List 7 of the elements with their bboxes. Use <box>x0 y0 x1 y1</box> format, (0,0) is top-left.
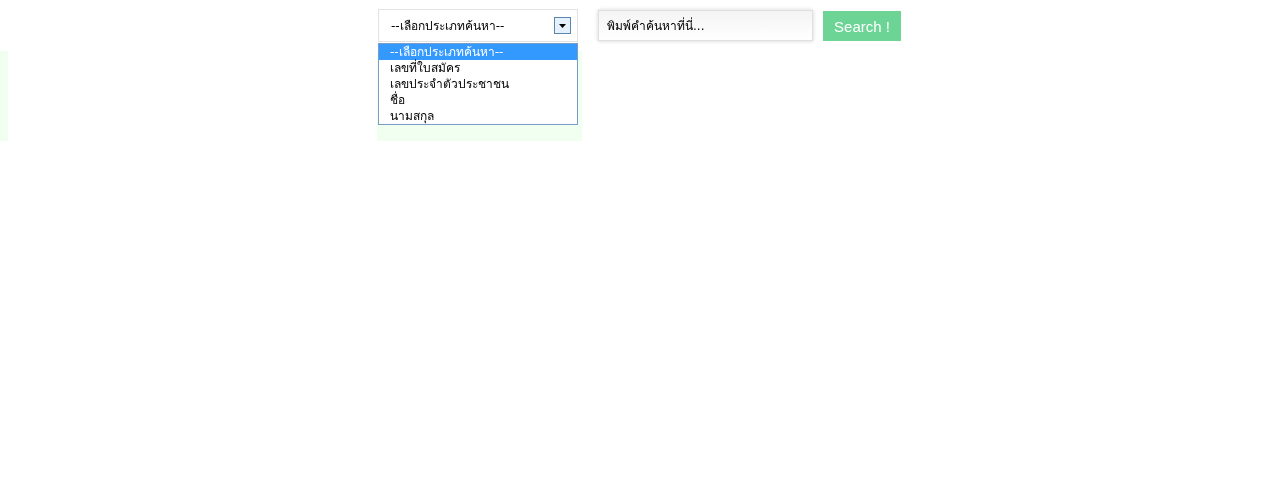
dropdown-option[interactable]: เลขที่ใบสมัคร <box>379 60 577 76</box>
caret-icon <box>554 17 571 34</box>
search-field[interactable]: พิมพ์คำค้นหาที่นี่... <box>598 10 813 41</box>
dropdown-option[interactable]: เลขประจำตัวประชาชน <box>379 76 577 92</box>
dropdown-option[interactable]: ชื่อ <box>379 92 577 108</box>
search-type-select[interactable]: --เลือกประเภทค้นหา-- <box>378 9 578 42</box>
dropdown-option[interactable]: นามสกุล <box>379 108 577 124</box>
